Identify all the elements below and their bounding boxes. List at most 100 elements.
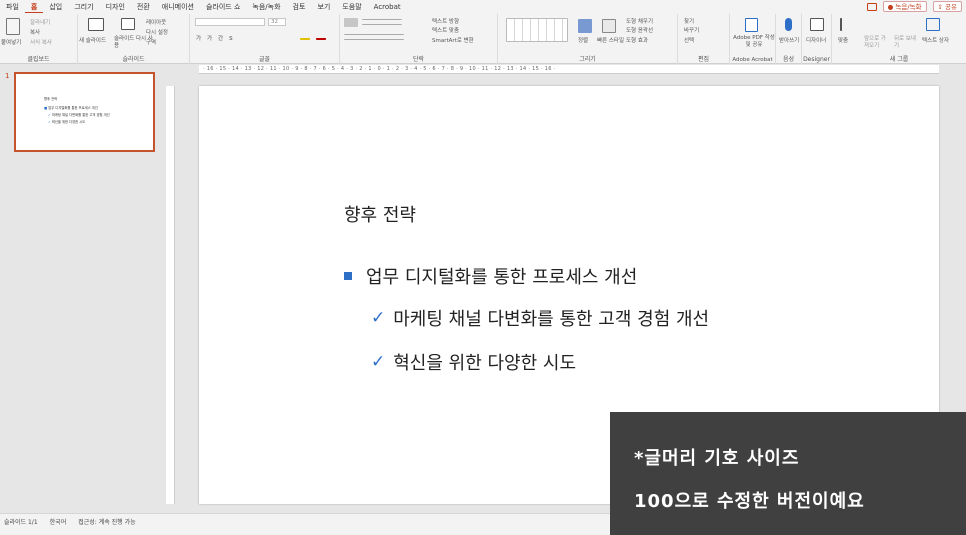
find-button[interactable]: 찾기: [684, 17, 694, 25]
tab-help[interactable]: 도움말: [336, 2, 367, 12]
shape-effects-button[interactable]: 도형 효과: [626, 36, 648, 44]
text-direction-button[interactable]: 텍스트 방향: [432, 17, 459, 25]
slides-group: 새 슬라이드 슬라이드 다시 사용 레이아웃 다시 설정 구역 슬라이드: [78, 14, 190, 64]
section-button[interactable]: 구역: [146, 38, 156, 46]
thumbnail-bullet-text: 업무 디지털화를 통한 프로세스 개선: [48, 106, 98, 110]
bring-forward-button[interactable]: 앞으로 가져오기: [864, 36, 890, 50]
thumbnail-sub2-text: 혁신을 위한 다양한 시도: [51, 120, 86, 124]
copy-button[interactable]: 복사: [30, 28, 40, 36]
clipboard-group-label: 클립보드: [27, 56, 50, 63]
font-format-buttons[interactable]: 가 가 간 S: [196, 34, 235, 42]
record-button-label: 녹음/녹화: [895, 3, 922, 11]
tab-view[interactable]: 보기: [311, 2, 336, 12]
tab-animations[interactable]: 애니메이션: [156, 2, 200, 12]
drawing-group-label: 그리기: [579, 56, 596, 63]
font-name-combo[interactable]: [195, 18, 265, 26]
horizontal-ruler: · 16 · 15 · 14 · 13 · 12 · 11 · 10 · 9 ·…: [199, 65, 939, 74]
tab-file[interactable]: 파일: [0, 2, 25, 12]
alignment-icons[interactable]: [344, 34, 404, 40]
font-size-combo[interactable]: 32: [268, 18, 286, 26]
annotation-overlay: *글머리 기호 사이즈 100으로 수정한 버전이예요: [610, 412, 966, 535]
share-button-label: 공유: [945, 3, 957, 11]
bullet-item[interactable]: 업무 디지털화를 통한 프로세스 개선: [344, 263, 637, 289]
tab-insert[interactable]: 삽입: [43, 2, 68, 12]
microphone-icon[interactable]: [785, 18, 792, 31]
create-pdf-button[interactable]: Adobe PDF 작성 및 공유: [733, 35, 775, 49]
menu-bar: 파일 홈 삽입 그리기 디자인 전환 애니메이션 슬라이드 쇼 녹음/녹화 검토…: [0, 0, 966, 14]
layout-button[interactable]: 레이아웃: [146, 18, 166, 26]
tab-review[interactable]: 검토: [287, 2, 312, 12]
sub-bullet-text: 마케팅 채널 다변화를 통한 고객 경험 개선: [393, 309, 710, 330]
checkmark-bullet-icon: ✓: [371, 352, 386, 372]
send-backward-button[interactable]: 뒤로 보내기: [894, 36, 920, 50]
slide-title[interactable]: 향후 전략: [344, 201, 416, 227]
new-group: 맞춤 앞으로 가져오기 뒤로 보내기 텍스트 상자 새 그룹: [832, 14, 966, 64]
thumbnail-bullet: ■ 업무 디지털화를 통한 프로세스 개선: [44, 106, 98, 110]
bullets-icon[interactable]: [344, 18, 358, 27]
editing-group-label: 편집: [697, 56, 710, 63]
font-color-icon[interactable]: [316, 34, 326, 40]
bullet-text: 업무 디지털화를 통한 프로세스 개선: [366, 267, 638, 288]
slide-thumbnail[interactable]: 향후 전략 ■ 업무 디지털화를 통한 프로세스 개선 ✓ 마케팅 채널 다변화…: [14, 72, 155, 152]
align-text-button[interactable]: 텍스트 맞춤: [432, 26, 459, 34]
annotation-line-1: *글머리 기호 사이즈: [634, 448, 800, 469]
sub-bullet-item[interactable]: ✓ 마케팅 채널 다변화를 통한 고객 경험 개선: [371, 305, 709, 331]
powerpoint-window: 파일 홈 삽입 그리기 디자인 전환 애니메이션 슬라이드 쇼 녹음/녹화 검토…: [0, 0, 966, 535]
comment-icon[interactable]: [866, 2, 877, 11]
adobe-group-label: Adobe Acrobat: [732, 57, 773, 63]
voice-group: 받아쓰기 음성: [776, 14, 802, 64]
create-pdf-icon[interactable]: [745, 18, 758, 32]
paragraph-group-label: 단락: [412, 56, 425, 63]
format-painter-button[interactable]: 서식 복사: [30, 38, 52, 46]
replace-button[interactable]: 바꾸기: [684, 26, 699, 34]
reuse-slide-icon[interactable]: [121, 18, 135, 30]
arrange-button[interactable]: 정렬: [578, 36, 588, 44]
list-indent-icons[interactable]: [362, 19, 402, 25]
paragraph-group: 텍스트 방향 텍스트 맞춤 SmartArt로 변환 단락: [340, 14, 498, 64]
quick-styles-icon[interactable]: [602, 19, 616, 33]
highlight-icon[interactable]: [300, 34, 310, 40]
align-icon[interactable]: [840, 18, 852, 31]
text-box-icon[interactable]: [926, 18, 940, 31]
align-button[interactable]: 맞춤: [838, 36, 848, 44]
tab-transitions[interactable]: 전환: [131, 2, 156, 12]
tab-design[interactable]: 디자인: [100, 2, 131, 12]
shape-outline-button[interactable]: 도형 윤곽선: [626, 26, 653, 34]
tab-home[interactable]: 홈: [24, 2, 44, 13]
tab-slideshow[interactable]: 슬라이드 쇼: [200, 2, 246, 12]
tab-acrobat[interactable]: Acrobat: [368, 3, 407, 11]
sub-bullet-text: 혁신을 위한 다양한 시도: [393, 353, 577, 374]
menubar-actions: ● 녹음/녹화 ⇪ 공유: [866, 1, 962, 12]
quick-styles-button[interactable]: 빠른 스타일: [597, 36, 624, 44]
designer-button[interactable]: 디자이너: [806, 36, 826, 44]
paste-label[interactable]: 붙여넣기: [1, 38, 21, 46]
designer-icon[interactable]: [810, 18, 824, 31]
accessibility-status[interactable]: 접근성: 계속 진행 가능: [78, 517, 135, 526]
drawing-group: 정렬 빠른 스타일 도형 채우기 도형 윤곽선 도형 효과 그리기: [498, 14, 678, 64]
annotation-line-2: 100으로 수정한 버전이예요: [634, 491, 865, 512]
smartart-button[interactable]: SmartArt로 변환: [432, 36, 474, 44]
language-indicator[interactable]: 한국어: [50, 517, 67, 526]
record-button[interactable]: ● 녹음/녹화: [882, 1, 927, 12]
paste-icon[interactable]: [6, 18, 20, 35]
select-button[interactable]: 선택: [684, 36, 694, 44]
slides-group-label: 슬라이드: [122, 56, 145, 63]
editing-group: 찾기 바꾸기 선택 편집: [678, 14, 730, 64]
dictate-button[interactable]: 받아쓰기: [779, 36, 799, 44]
tab-record[interactable]: 녹음/녹화: [246, 2, 286, 12]
cut-button[interactable]: 잘라내기: [30, 18, 50, 26]
share-button[interactable]: ⇪ 공유: [932, 1, 962, 12]
new-slide-icon[interactable]: [88, 18, 104, 31]
reset-button[interactable]: 다시 설정: [146, 28, 168, 36]
square-bullet-icon: [344, 272, 352, 280]
font-group: 32 가 가 간 S 글꼴: [190, 14, 340, 64]
arrange-icon[interactable]: [578, 19, 592, 33]
new-group-label: 새 그룹: [889, 56, 909, 63]
sub-bullet-item[interactable]: ✓ 혁신을 위한 다양한 시도: [371, 349, 576, 375]
shape-fill-button[interactable]: 도형 채우기: [626, 17, 653, 25]
new-slide-button[interactable]: 새 슬라이드: [79, 36, 106, 44]
text-box-button[interactable]: 텍스트 상자: [922, 36, 949, 44]
shapes-gallery[interactable]: [506, 18, 568, 42]
thumbnail-sub1: ✓ 마케팅 채널 다변화를 통한 고객 경험 개선: [48, 113, 110, 117]
tab-draw[interactable]: 그리기: [68, 2, 99, 12]
